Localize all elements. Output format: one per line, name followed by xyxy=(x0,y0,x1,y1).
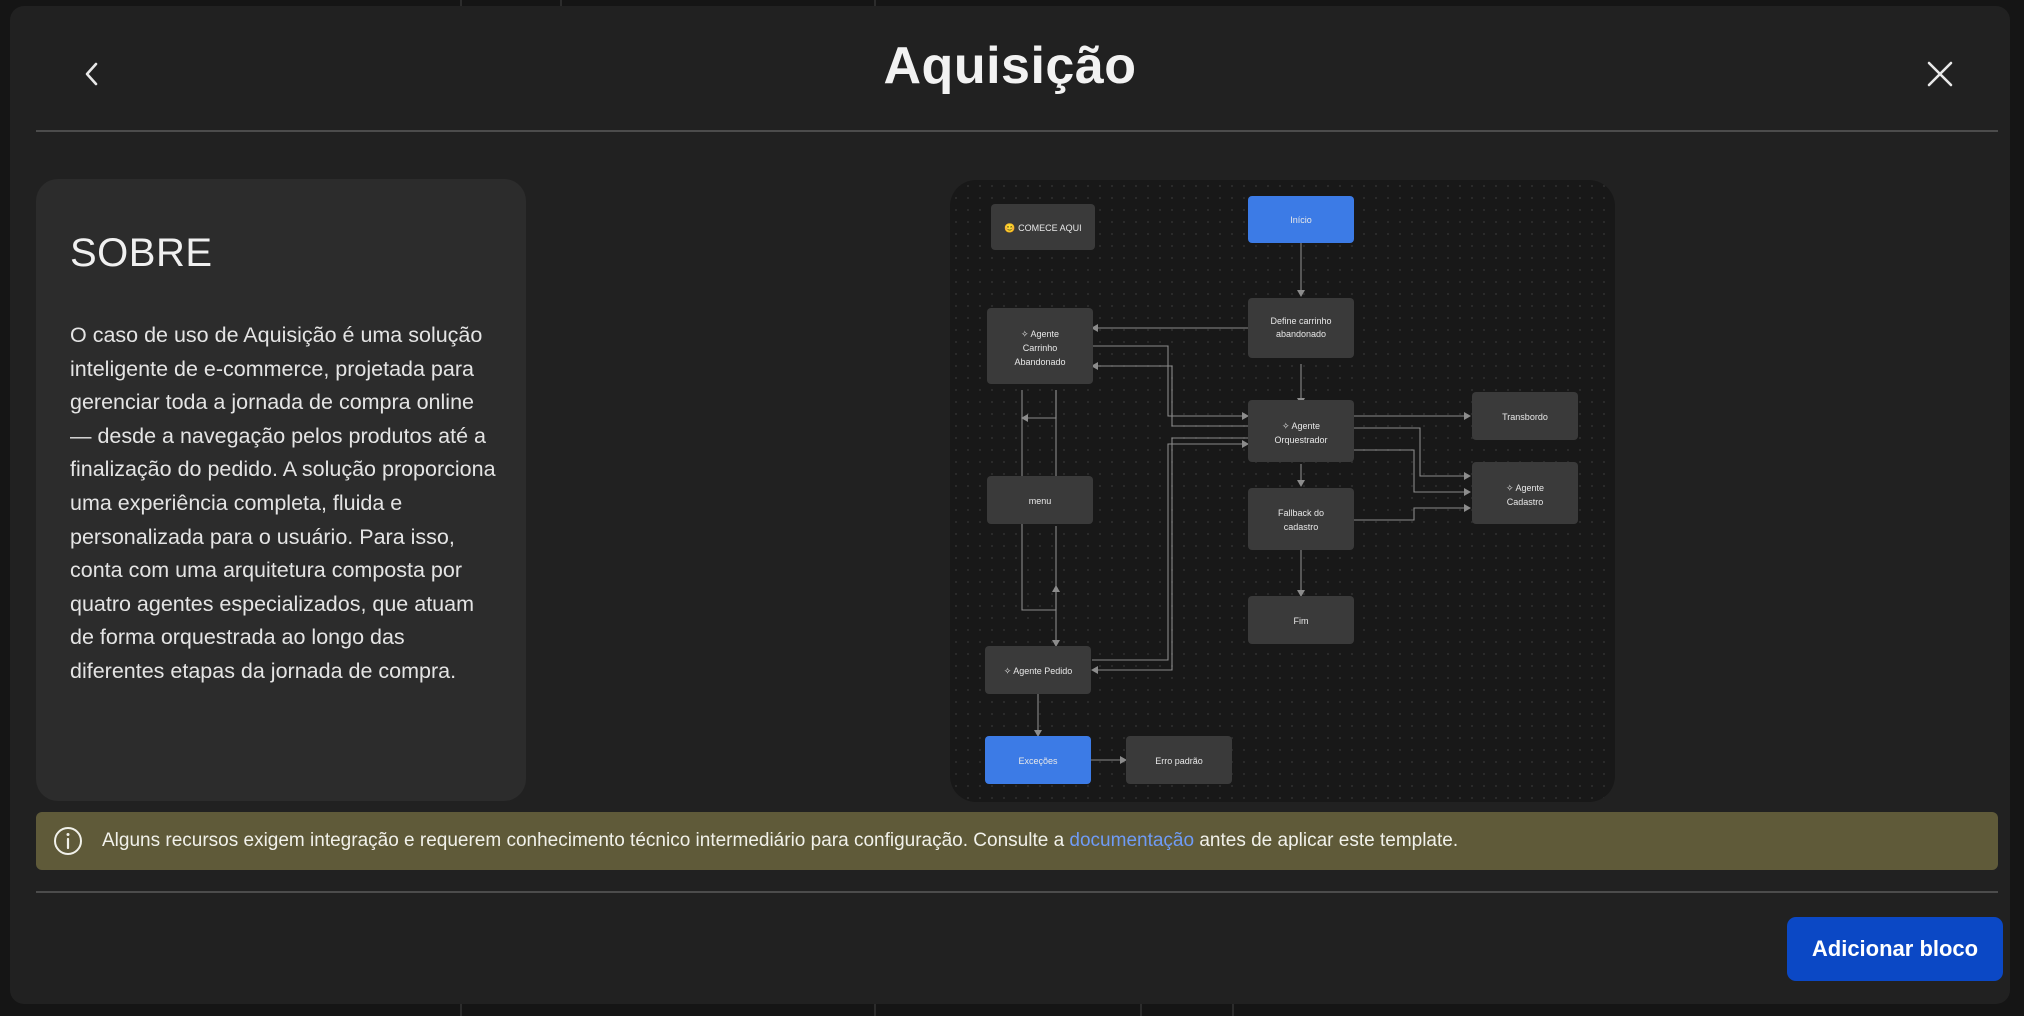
flow-node-define xyxy=(1248,298,1354,358)
add-block-button[interactable]: Adicionar bloco xyxy=(1787,917,2003,981)
flow-diagram: 😊 COMECE AQUI Início Define carrinho aba… xyxy=(985,196,1578,784)
flow-node-label: Cadastro xyxy=(1507,497,1544,507)
flow-node-label: Fallback do xyxy=(1278,508,1324,518)
flow-node-label: Orquestrador xyxy=(1274,435,1327,445)
about-panel: SOBRE O caso de uso de Aquisição é uma s… xyxy=(36,179,526,801)
documentation-link[interactable]: documentação xyxy=(1069,830,1194,851)
background-divider xyxy=(460,1004,462,1016)
flow-node-label: ✧ Agente xyxy=(1282,421,1320,431)
flow-node-label: ✧ Agente xyxy=(1021,329,1059,339)
flow-node-label: cadastro xyxy=(1284,522,1319,532)
background-divider xyxy=(1140,1004,1142,1016)
warning-notice: Alguns recursos exigem integração e requ… xyxy=(36,812,1998,870)
flow-edge xyxy=(1092,440,1249,661)
background-divider xyxy=(874,1004,876,1016)
close-icon xyxy=(1927,61,1953,87)
template-modal: Aquisição SOBRE O caso de uso de Aquisiç… xyxy=(10,6,2010,1004)
flow-node-orquestrador xyxy=(1248,400,1354,462)
flow-node-label: ✧ Agente Pedido xyxy=(1004,666,1073,676)
flow-node-label: Exceções xyxy=(1018,756,1058,766)
flow-edge xyxy=(1091,362,1248,427)
flow-node-label: Carrinho xyxy=(1023,343,1058,353)
header-divider xyxy=(36,130,1998,132)
about-description: O caso de uso de Aquisição é uma solução… xyxy=(70,323,496,683)
flow-node-fallback xyxy=(1248,488,1354,550)
flow-preview: 😊 COMECE AQUI Início Define carrinho aba… xyxy=(950,180,1615,802)
modal-title: Aquisição xyxy=(883,37,1137,95)
flow-node-label: Fim xyxy=(1294,616,1309,626)
flow-edge xyxy=(1352,449,1471,496)
about-heading: SOBRE xyxy=(70,231,213,275)
flow-node-label: Início xyxy=(1290,215,1312,225)
flow-edge xyxy=(1021,390,1057,422)
flow-node-label: menu xyxy=(1029,496,1052,506)
flow-node-label: Erro padrão xyxy=(1155,756,1203,766)
flow-node-label: Transbordo xyxy=(1502,412,1548,422)
flow-node-label: 😊 COMECE AQUI xyxy=(1004,223,1081,233)
flow-edge xyxy=(1091,437,1248,674)
notice-text: Alguns recursos exigem integração e requ… xyxy=(102,830,1458,852)
flow-edge xyxy=(1352,427,1471,480)
flow-node-label: Abandonado xyxy=(1014,357,1065,367)
footer-divider xyxy=(36,891,1998,893)
notice-text-after: antes de aplicar este template. xyxy=(1194,830,1459,851)
notice-text-before: Alguns recursos exigem integração e requ… xyxy=(102,830,1070,851)
flow-edge xyxy=(1352,504,1471,521)
flow-node-label: Define carrinho xyxy=(1270,316,1331,326)
flow-node-label: abandonado xyxy=(1276,329,1326,339)
flow-node-label: ✧ Agente xyxy=(1506,483,1544,493)
flow-edge xyxy=(1092,345,1249,420)
info-circle-icon xyxy=(52,825,84,857)
close-button[interactable] xyxy=(1916,50,1964,98)
flow-node-cadastro xyxy=(1472,462,1578,524)
background-divider xyxy=(1232,1004,1234,1016)
